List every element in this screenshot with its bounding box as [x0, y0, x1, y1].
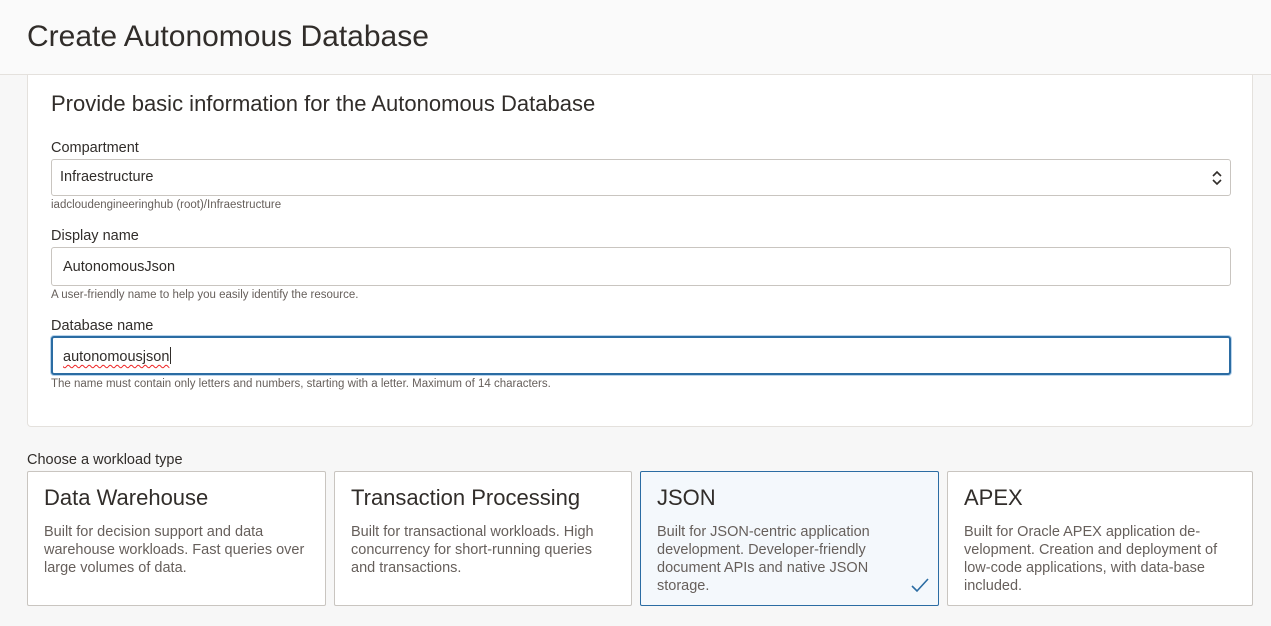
database-name-input[interactable]: autonomousjson	[51, 336, 1231, 375]
basic-info-panel: Provide basic information for the Autono…	[27, 75, 1253, 427]
workload-card-transaction-processing[interactable]: Transaction Processing Built for transac…	[334, 471, 632, 606]
compartment-label: Compartment	[51, 140, 139, 156]
card-description: Built for Oracle APEX application de-vel…	[964, 524, 1218, 594]
page-header: Create Autonomous Database	[0, 0, 1271, 75]
card-title: APEX	[964, 485, 1023, 510]
database-name-helper: The name must contain only letters and n…	[51, 378, 551, 390]
database-name-label: Database name	[51, 318, 154, 334]
page-title: Create Autonomous Database	[27, 20, 429, 53]
card-title: Data Warehouse	[44, 485, 209, 510]
checkmark-icon	[911, 578, 929, 593]
chevron-up-down-icon	[1212, 170, 1222, 186]
compartment-select[interactable]: Infraestructure	[51, 159, 1231, 196]
display-name-label: Display name	[51, 228, 139, 244]
card-title: Transaction Processing	[351, 485, 581, 510]
workload-card-json[interactable]: JSON Built for JSON-centric application …	[640, 471, 939, 606]
section-title: Provide basic information for the Autono…	[51, 91, 596, 116]
text-caret	[170, 347, 172, 364]
database-name-value: autonomousjson	[63, 347, 172, 365]
card-description: Built for JSON-centric application devel…	[657, 524, 870, 594]
compartment-helper: iadcloudengineeringhub (root)/Infraestru…	[51, 199, 282, 211]
card-description: Built for decision support and data ware…	[44, 524, 305, 576]
compartment-value: Infraestructure	[60, 169, 154, 185]
card-title: JSON	[657, 485, 716, 510]
workload-card-data-warehouse[interactable]: Data Warehouse Built for decision suppor…	[27, 471, 326, 606]
workload-card-apex[interactable]: APEX Built for Oracle APEX application d…	[947, 471, 1253, 606]
workload-type-label: Choose a workload type	[27, 452, 183, 468]
display-name-helper: A user-friendly name to help you easily …	[51, 289, 359, 301]
display-name-input[interactable]	[51, 247, 1231, 286]
card-description: Built for transactional workloads. High …	[351, 524, 594, 576]
